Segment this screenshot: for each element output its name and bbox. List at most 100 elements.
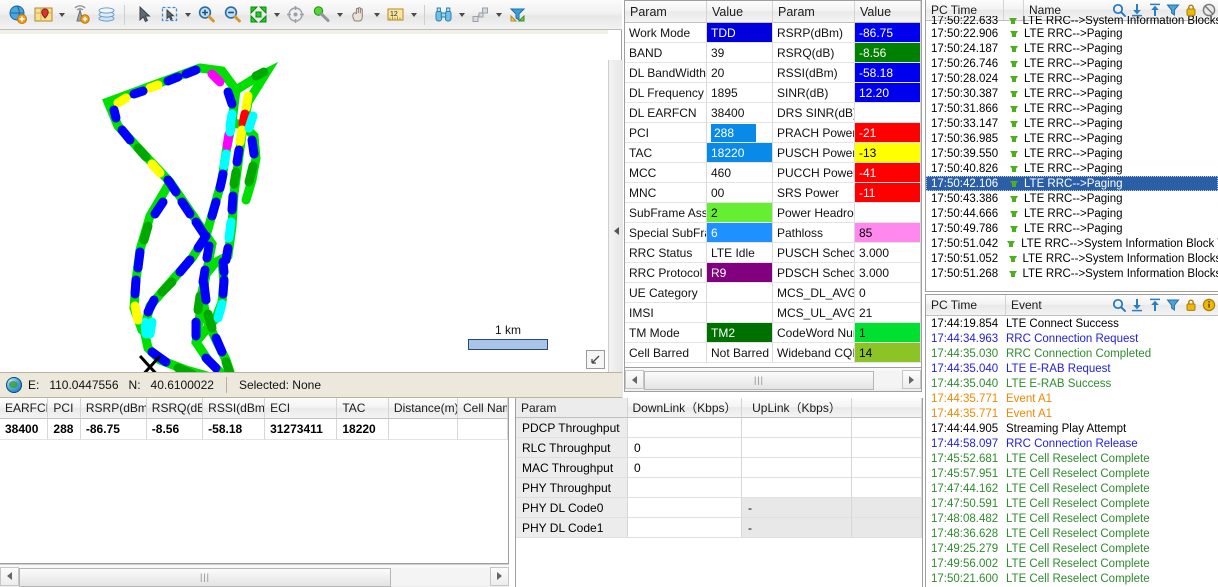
download-icon[interactable] — [1129, 298, 1144, 313]
dropdown-arrow-icon[interactable] — [56, 3, 67, 27]
event-row[interactable]: 17:48:08.482 LTE Cell Reselect Complete — [926, 511, 1218, 526]
table-row[interactable]: RRC ProtocolR9PDSCH Schedul3.000 — [625, 263, 921, 283]
scroll-thumb[interactable]: ||| — [644, 371, 874, 390]
dropdown-arrow-icon[interactable] — [493, 3, 504, 27]
dropdown-arrow-icon[interactable] — [408, 3, 419, 27]
message-row[interactable]: 17:50:30.387 LTE RRC-->Paging — [926, 86, 1218, 101]
map-canvas[interactable]: .rt{fill:none;stroke-linecap:round;strok… — [0, 30, 608, 372]
event-row[interactable]: 17:45:57.951 LTE Cell Reselect Complete — [926, 466, 1218, 481]
pan-hand-icon[interactable] — [345, 2, 371, 28]
resize-grip-icon[interactable] — [586, 350, 605, 369]
table-row[interactable]: Work Mode TDD RSRP(dBm) -86.75 — [625, 23, 921, 43]
event-row[interactable]: 17:49:25.279 LTE Cell Reselect Complete — [926, 541, 1218, 556]
table-row[interactable]: DL Frequency 1895 SINR(dB) 12.20 — [625, 83, 921, 103]
dropdown-arrow-icon[interactable] — [182, 3, 193, 27]
event-row[interactable]: 17:50:21.600 LTE Cell Reselect Complete — [926, 571, 1218, 586]
filter-icon[interactable] — [1165, 298, 1180, 313]
event-row[interactable]: 17:44:35.771 Event A1 — [926, 406, 1218, 421]
info-icon[interactable] — [1201, 298, 1216, 313]
event-row[interactable]: 17:44:35.040 LTE E-RAB Request — [926, 361, 1218, 376]
message-row[interactable]: 17:50:43.386 LTE RRC-->Paging — [926, 191, 1218, 206]
event-list-panel[interactable]: PC Time Event 17:44:19.854 LTE Connect Su… — [925, 294, 1218, 587]
throughput-body[interactable]: PDCP Throughput RLC Throughput 0 MAC Throug… — [516, 418, 922, 538]
event-row[interactable]: 17:47:50.591 LTE Cell Reselect Complete — [926, 496, 1218, 511]
table-body[interactable]: 38400 288 -86.75 -8.56 -58.18 31273411 18220 — [0, 419, 508, 440]
event-row[interactable]: 17:48:36.628 LTE Cell Reselect Complete — [926, 526, 1218, 541]
map-panel[interactable]: .rt{fill:none;stroke-linecap:round;strok… — [0, 30, 623, 402]
dropdown-arrow-icon[interactable] — [371, 3, 382, 27]
table-row[interactable]: DL BandWidth 20 RSSI(dBm) -58.18 — [625, 63, 921, 83]
scroll-left-button[interactable] — [625, 370, 644, 389]
message-row[interactable]: 17:50:24.187 LTE RRC-->Paging — [926, 41, 1218, 56]
map-panel-splitter[interactable] — [608, 60, 623, 402]
zoom-fit-icon[interactable] — [245, 2, 271, 28]
serving-cell-table[interactable]: EARFCNPCIRSRP(dBm)RSRQ(dB)RSSI(dBm)ECITA… — [0, 398, 509, 564]
message-list-panel[interactable]: PC Time Name 17:50:22.633 LTE RRC-->Syste… — [925, 0, 1218, 292]
scroll-right-button[interactable] — [490, 566, 509, 586]
table-row[interactable]: IMSI MCS_UL_AVG/21 — [625, 303, 921, 323]
add-map-layer-icon[interactable] — [4, 2, 30, 28]
table-row[interactable]: TAC 18220 PUSCH Power -13 — [625, 143, 921, 163]
table-row[interactable]: PCI 288 PRACH Power(-21 — [625, 123, 921, 143]
measure-ruler-icon[interactable]: 12 — [382, 2, 408, 28]
pin-icon[interactable] — [308, 2, 334, 28]
message-row[interactable]: 17:50:33.147 LTE RRC-->Paging — [926, 116, 1218, 131]
table-row[interactable]: MAC Throughput 0 — [516, 458, 922, 478]
layers-icon[interactable] — [93, 2, 119, 28]
param-body[interactable]: Work Mode TDD RSRP(dBm) -86.75 BAND 39 RSRQ(dB… — [625, 23, 921, 363]
param-table-hscrollbar[interactable]: ||| — [624, 368, 922, 392]
dropdown-arrow-icon[interactable] — [271, 3, 282, 27]
table-row[interactable]: SubFrame Assig2Power Headroo — [625, 203, 921, 223]
dropdown-arrow-icon[interactable] — [456, 3, 467, 27]
event-row[interactable]: 17:44:19.854 LTE Connect Success — [926, 316, 1218, 331]
event-row[interactable]: 17:44:35.030 RRC Connection Completed — [926, 346, 1218, 361]
event-row[interactable]: 17:44:44.905 Streaming Play Attempt — [926, 421, 1218, 436]
event-row[interactable]: 17:44:35.040 LTE E-RAB Success — [926, 376, 1218, 391]
dropdown-arrow-icon[interactable] — [334, 3, 345, 27]
route-network-icon[interactable] — [467, 2, 493, 28]
message-body[interactable]: 17:50:22.633 LTE RRC-->System Information… — [926, 16, 1218, 281]
crosshair-icon[interactable] — [282, 2, 308, 28]
table-row[interactable]: RRC StatusLTE IdlePUSCH Schedul3.000 — [625, 243, 921, 263]
table-row[interactable]: Cell Barred Not Barred Wideband CQI 14 — [625, 343, 921, 363]
event-body[interactable]: 17:44:19.854 LTE Connect Success 17:44:34.… — [926, 316, 1218, 586]
table-row[interactable]: MCC 460 PUCCH Power -41 — [625, 163, 921, 183]
table-row[interactable]: TM Mode TM2 CodeWord Num 1 — [625, 323, 921, 343]
table-row[interactable]: 38400 288 -86.75 -8.56 -58.18 31273411 18220 — [0, 419, 508, 440]
message-row[interactable]: 17:50:26.746 LTE RRC-->Paging — [926, 56, 1218, 71]
table-row[interactable]: RLC Throughput 0 — [516, 438, 922, 458]
table-row[interactable]: DL EARFCN 38400 DRS SINR(dB) — [625, 103, 921, 123]
message-row[interactable]: 17:50:51.042 LTE RRC-->System Information… — [926, 236, 1218, 251]
message-row[interactable]: 17:50:36.985 LTE RRC-->Paging — [926, 131, 1218, 146]
message-row[interactable]: 17:50:39.550 LTE RRC-->Paging — [926, 146, 1218, 161]
event-row[interactable]: 17:49:56.002 LTE Cell Reselect Complete — [926, 556, 1218, 571]
message-row[interactable]: 17:50:40.826 LTE RRC-->Paging — [926, 161, 1218, 176]
pointer-select-icon[interactable] — [130, 2, 156, 28]
scroll-right-button[interactable] — [902, 370, 921, 389]
search-icon[interactable] — [1111, 298, 1126, 313]
table-row[interactable]: PHY DL Code1 - — [516, 518, 922, 538]
event-row[interactable]: 17:47:44.162 LTE Cell Reselect Complete — [926, 481, 1218, 496]
message-row[interactable]: 17:50:22.633 LTE RRC-->System Information… — [926, 16, 1218, 26]
scroll-track[interactable]: ||| — [644, 371, 902, 390]
open-map-icon[interactable] — [30, 2, 56, 28]
message-row[interactable]: 17:50:44.666 LTE RRC-->Paging — [926, 206, 1218, 221]
parameter-table[interactable]: Param Value Param Value Work Mode TDD RSRP… — [624, 0, 922, 368]
table-row[interactable]: MNC 00 SRS Power -11 — [625, 183, 921, 203]
message-row[interactable]: 17:50:22.906 LTE RRC-->Paging — [926, 26, 1218, 41]
table-row[interactable]: BAND 39 RSRQ(dB) -8.56 — [625, 43, 921, 63]
message-row[interactable]: 17:50:49.786 LTE RRC-->Paging — [926, 221, 1218, 236]
add-site-icon[interactable] — [67, 2, 93, 28]
upload-icon[interactable] — [1147, 298, 1162, 313]
filter-funnel-icon[interactable] — [504, 2, 530, 28]
table-row[interactable]: UE Category MCS_DL_AVG/0 — [625, 283, 921, 303]
event-row[interactable]: 17:44:58.097 RRC Connection Release — [926, 436, 1218, 451]
table-row[interactable]: PDCP Throughput — [516, 418, 922, 438]
binoculars-icon[interactable] — [430, 2, 456, 28]
scroll-thumb[interactable]: ||| — [19, 567, 391, 587]
table-row[interactable]: PHY Throughput — [516, 478, 922, 498]
table-row[interactable]: PHY DL Code0 - — [516, 498, 922, 518]
message-row[interactable]: 17:50:51.052 LTE RRC-->System Information… — [926, 251, 1218, 266]
message-row[interactable]: 17:50:31.866 LTE RRC-->Paging — [926, 101, 1218, 116]
rectangle-select-icon[interactable] — [156, 2, 182, 28]
